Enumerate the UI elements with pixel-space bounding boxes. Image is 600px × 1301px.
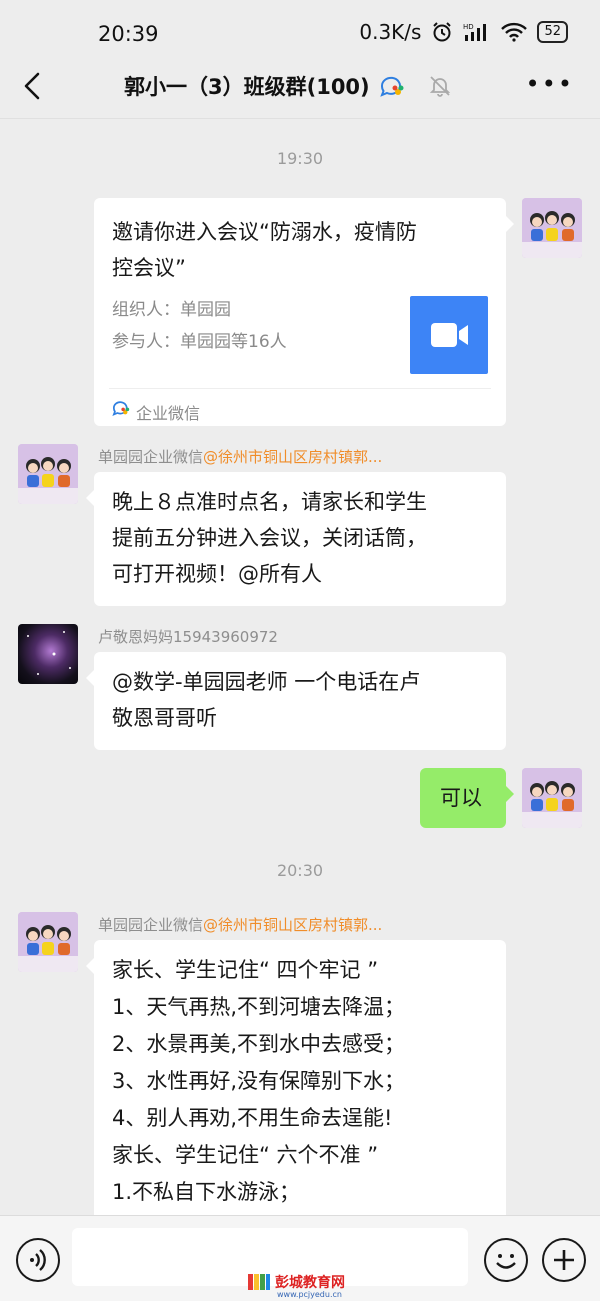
meeting-participants: 参与人：单园园等16人	[112, 332, 287, 352]
message-line: 晚上８点准时点名，请家长和学生	[112, 490, 427, 514]
chat-title[interactable]: 郭小一（3）班级群(100)	[124, 71, 370, 101]
more-icon[interactable]: •••	[526, 70, 574, 98]
sender-org-tag: @徐州市铜山区房村镇郭...	[203, 916, 383, 934]
wecom-icon	[112, 401, 130, 416]
meeting-invite-card[interactable]: 邀请你进入会议“防溺水，疫情防 控会议” 组织人：单园园 参与人：单园园等16人…	[94, 198, 514, 426]
timestamp: 20:30	[276, 861, 324, 880]
network-speed: 0.3K/s	[359, 20, 422, 44]
message-bubble[interactable]: 晚上８点准时点名，请家长和学生 提前五分钟进入会议，关闭话筒， 可打开视频！@所…	[86, 472, 506, 606]
card-source-label: 企业微信	[136, 404, 201, 423]
alarm-icon	[433, 22, 452, 42]
meeting-title-line: 控会议”	[112, 256, 186, 280]
voice-icon[interactable]	[16, 1238, 60, 1282]
emoji-icon[interactable]	[484, 1238, 528, 1282]
video-meeting-icon	[410, 296, 488, 374]
sender-org-tag: @徐州市铜山区房村镇郭...	[203, 448, 383, 466]
message-line: 1.不私自下水游泳；	[112, 1180, 301, 1204]
book-logo-icon	[248, 1274, 270, 1290]
wecom-icon	[379, 76, 404, 97]
message-text: 可以	[440, 786, 482, 810]
message-line: 1、天气再热,不到河塘去降温；	[112, 995, 406, 1019]
chat-header: 郭小一（3）班级群(100) •••	[0, 58, 600, 119]
plus-icon[interactable]	[542, 1238, 586, 1282]
mute-bell-icon	[429, 76, 450, 97]
site-watermark: 彭城教育网 www.pcjyedu.cn	[247, 1272, 345, 1299]
back-icon[interactable]	[18, 68, 48, 104]
message-list[interactable]: 19:30 邀请你进入会议“防溺水，疫情防 控会议” 组织人：单园园 参与人：单…	[0, 118, 600, 1215]
sender-name: 单园园企业微信@徐州市铜山区房村镇郭...	[98, 916, 383, 934]
message-line: 2、水景再美,不到水中去感受；	[112, 1032, 406, 1056]
message-bubble-self[interactable]: 可以	[420, 768, 514, 828]
message-line: 3、水性再好,没有保障别下水；	[112, 1069, 406, 1093]
message-line: 敬恩哥哥听	[112, 706, 217, 730]
sender-name: 卢敬恩妈妈15943960972	[98, 628, 278, 646]
message-line: 可打开视频！@所有人	[112, 562, 322, 586]
avatar[interactable]	[522, 198, 582, 258]
timestamp: 19:30	[276, 149, 324, 168]
avatar[interactable]	[522, 768, 582, 828]
battery-icon: 52	[537, 21, 568, 43]
message-line: @数学-单园园老师 一个电话在卢	[112, 670, 421, 694]
status-bar: 20:39 0.3K/s HD 52	[0, 0, 600, 66]
hd-signal-icon: HD	[463, 23, 487, 41]
avatar[interactable]	[18, 624, 78, 684]
svg-text:HD: HD	[463, 23, 474, 31]
watermark-text: 彭城教育网	[275, 1275, 345, 1291]
message-line: 4、别人再劝,不用生命去逞能!	[112, 1106, 393, 1130]
watermark-url: www.pcjyedu.cn	[277, 1290, 342, 1299]
meeting-organizer: 组织人：单园园	[112, 300, 231, 320]
meeting-title-line: 邀请你进入会议“防溺水，疫情防	[112, 220, 417, 244]
avatar[interactable]	[18, 912, 78, 972]
message-line: 家长、学生记住“ 六个不准 ”	[112, 1143, 379, 1167]
divider	[109, 388, 491, 389]
message-line: 提前五分钟进入会议，关闭话筒，	[112, 526, 427, 550]
status-time: 20:39	[98, 22, 159, 46]
message-line: 家长、学生记住“ 四个牢记 ”	[112, 958, 379, 982]
sender-name: 单园园企业微信@徐州市铜山区房村镇郭...	[98, 448, 383, 466]
wifi-icon	[501, 22, 528, 42]
avatar[interactable]	[18, 444, 78, 504]
message-bubble[interactable]: 家长、学生记住“ 四个牢记 ” 1、天气再热,不到河塘去降温； 2、水景再美,不…	[86, 940, 506, 1215]
message-bubble[interactable]: @数学-单园园老师 一个电话在卢 敬恩哥哥听	[86, 652, 506, 750]
